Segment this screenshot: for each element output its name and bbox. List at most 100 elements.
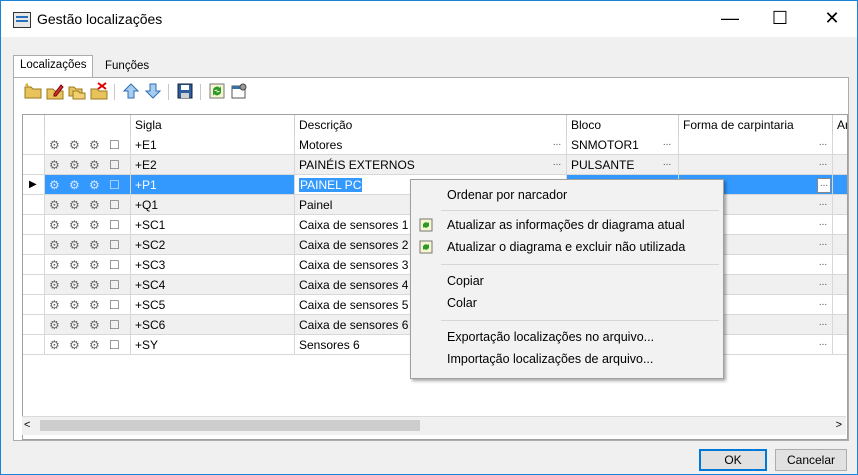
row-indicator[interactable]	[23, 235, 45, 255]
settings-link-icon[interactable]: ⚙	[89, 255, 100, 274]
ellipsis-button[interactable]: ...	[817, 258, 829, 271]
cell-sigla[interactable]: +SC2	[131, 235, 295, 255]
cell-artigo[interactable]	[833, 295, 847, 315]
cell-sigla[interactable]: +SC5	[131, 295, 295, 315]
arrow-up-icon[interactable]	[122, 82, 140, 100]
row-indicator[interactable]	[23, 275, 45, 295]
column-header-artigo[interactable]: Artigo	[833, 115, 847, 135]
document-icon[interactable]: ☐	[109, 155, 120, 174]
cell-artigo[interactable]	[833, 315, 847, 335]
column-header-descricao[interactable]: Descrição	[295, 115, 567, 135]
row-action-icons[interactable]: ⚙ ⚙ ⚙ ☐	[45, 315, 131, 335]
cell-sigla[interactable]: +E2	[131, 155, 295, 175]
link-icon[interactable]: ⚙	[49, 135, 60, 154]
settings-link-icon[interactable]: ⚙	[89, 315, 100, 334]
ellipsis-button[interactable]: ...	[817, 278, 829, 291]
document-icon[interactable]: ☐	[109, 175, 120, 194]
link-icon[interactable]: ⚙	[49, 195, 60, 214]
ellipsis-button[interactable]: ...	[817, 178, 831, 193]
menu-item-importacao[interactable]: Importação localizações de arquivo...	[447, 348, 653, 370]
scrollbar-thumb[interactable]	[40, 420, 420, 431]
document-icon[interactable]: ☐	[109, 275, 120, 294]
menu-item-exportacao[interactable]: Exportação localizações no arquivo...	[447, 326, 654, 348]
row-action-icons[interactable]: ⚙ ⚙ ⚙ ☐	[45, 135, 131, 155]
link-multi-icon[interactable]: ⚙	[69, 155, 80, 174]
row-action-icons[interactable]: ⚙ ⚙ ⚙ ☐	[45, 175, 131, 195]
row-indicator[interactable]	[23, 155, 45, 175]
link-multi-icon[interactable]: ⚙	[69, 135, 80, 154]
row-action-icons[interactable]: ⚙ ⚙ ⚙ ☐	[45, 195, 131, 215]
settings-link-icon[interactable]: ⚙	[89, 135, 100, 154]
row-indicator[interactable]	[23, 315, 45, 335]
settings-link-icon[interactable]: ⚙	[89, 335, 100, 354]
scroll-right-arrow[interactable]: >	[836, 419, 842, 431]
cell-bloco[interactable]: PULSANTE...	[567, 155, 679, 175]
cell-artigo[interactable]	[833, 195, 847, 215]
cell-artigo[interactable]	[833, 255, 847, 275]
link-multi-icon[interactable]: ⚙	[69, 215, 80, 234]
edit-icon[interactable]	[46, 82, 64, 100]
row-indicator[interactable]	[23, 335, 45, 355]
copy-icon[interactable]	[68, 82, 86, 100]
row-action-icons[interactable]: ⚙ ⚙ ⚙ ☐	[45, 215, 131, 235]
row-action-icons[interactable]: ⚙ ⚙ ⚙ ☐	[45, 235, 131, 255]
cell-descricao[interactable]: Motores...	[295, 135, 567, 155]
link-icon[interactable]: ⚙	[49, 315, 60, 334]
link-multi-icon[interactable]: ⚙	[69, 295, 80, 314]
horizontal-scrollbar[interactable]: < >	[22, 416, 846, 435]
maximize-button[interactable]: ☐	[757, 1, 803, 37]
ellipsis-button[interactable]: ...	[817, 318, 829, 331]
save-icon[interactable]	[176, 82, 194, 100]
minimize-button[interactable]: —	[707, 1, 753, 37]
link-multi-icon[interactable]: ⚙	[69, 255, 80, 274]
link-icon[interactable]: ⚙	[49, 175, 60, 194]
menu-item-copiar[interactable]: Copiar	[447, 270, 484, 292]
row-action-icons[interactable]: ⚙ ⚙ ⚙ ☐	[45, 335, 131, 355]
ellipsis-button[interactable]: ...	[817, 138, 829, 151]
document-icon[interactable]: ☐	[109, 235, 120, 254]
row-action-icons[interactable]: ⚙ ⚙ ⚙ ☐	[45, 275, 131, 295]
close-button[interactable]: ✕	[809, 1, 855, 37]
document-icon[interactable]: ☐	[109, 315, 120, 334]
row-indicator[interactable]	[23, 195, 45, 215]
cell-artigo[interactable]	[833, 235, 847, 255]
row-indicator[interactable]	[23, 295, 45, 315]
link-icon[interactable]: ⚙	[49, 335, 60, 354]
delete-icon[interactable]	[90, 82, 108, 100]
link-multi-icon[interactable]: ⚙	[69, 235, 80, 254]
row-indicator[interactable]	[23, 215, 45, 235]
row-action-icons[interactable]: ⚙ ⚙ ⚙ ☐	[45, 295, 131, 315]
table-row[interactable]: ⚙ ⚙ ⚙ ☐ +E2 PAINÉIS EXTERNOS... PULSANTE......	[23, 155, 847, 175]
ellipsis-button[interactable]: ...	[817, 198, 829, 211]
cell-sigla[interactable]: +SC4	[131, 275, 295, 295]
settings-link-icon[interactable]: ⚙	[89, 215, 100, 234]
link-multi-icon[interactable]: ⚙	[69, 335, 80, 354]
properties-icon[interactable]	[230, 82, 248, 100]
column-header-sigla[interactable]: Sigla	[131, 115, 295, 135]
settings-link-icon[interactable]: ⚙	[89, 295, 100, 314]
link-multi-icon[interactable]: ⚙	[69, 175, 80, 194]
row-action-icons[interactable]: ⚙ ⚙ ⚙ ☐	[45, 155, 131, 175]
document-icon[interactable]: ☐	[109, 195, 120, 214]
scroll-left-arrow[interactable]: <	[24, 419, 30, 431]
link-multi-icon[interactable]: ⚙	[69, 275, 80, 294]
cell-artigo[interactable]	[833, 155, 847, 175]
settings-link-icon[interactable]: ⚙	[89, 195, 100, 214]
link-multi-icon[interactable]: ⚙	[69, 195, 80, 214]
link-icon[interactable]: ⚙	[49, 155, 60, 174]
menu-item-atualizar-excluir[interactable]: Atualizar o diagrama e excluir não utili…	[447, 236, 685, 258]
ellipsis-button[interactable]: ...	[817, 338, 829, 351]
link-icon[interactable]: ⚙	[49, 275, 60, 294]
cell-artigo[interactable]	[833, 175, 847, 195]
column-header-forma[interactable]: Forma de carpintaria	[679, 115, 833, 135]
row-indicator[interactable]: ▶	[23, 175, 45, 195]
arrow-down-icon[interactable]	[144, 82, 162, 100]
ellipsis-button[interactable]: ...	[551, 138, 563, 151]
cell-forma[interactable]: ...	[679, 135, 833, 155]
cell-sigla[interactable]: +E1	[131, 135, 295, 155]
settings-link-icon[interactable]: ⚙	[89, 275, 100, 294]
tab-funcoes[interactable]: Funções	[99, 57, 155, 76]
menu-item-ordenar[interactable]: Ordenar por narcador	[447, 184, 567, 206]
ellipsis-button[interactable]: ...	[817, 238, 829, 251]
column-header-bloco[interactable]: Bloco	[567, 115, 679, 135]
